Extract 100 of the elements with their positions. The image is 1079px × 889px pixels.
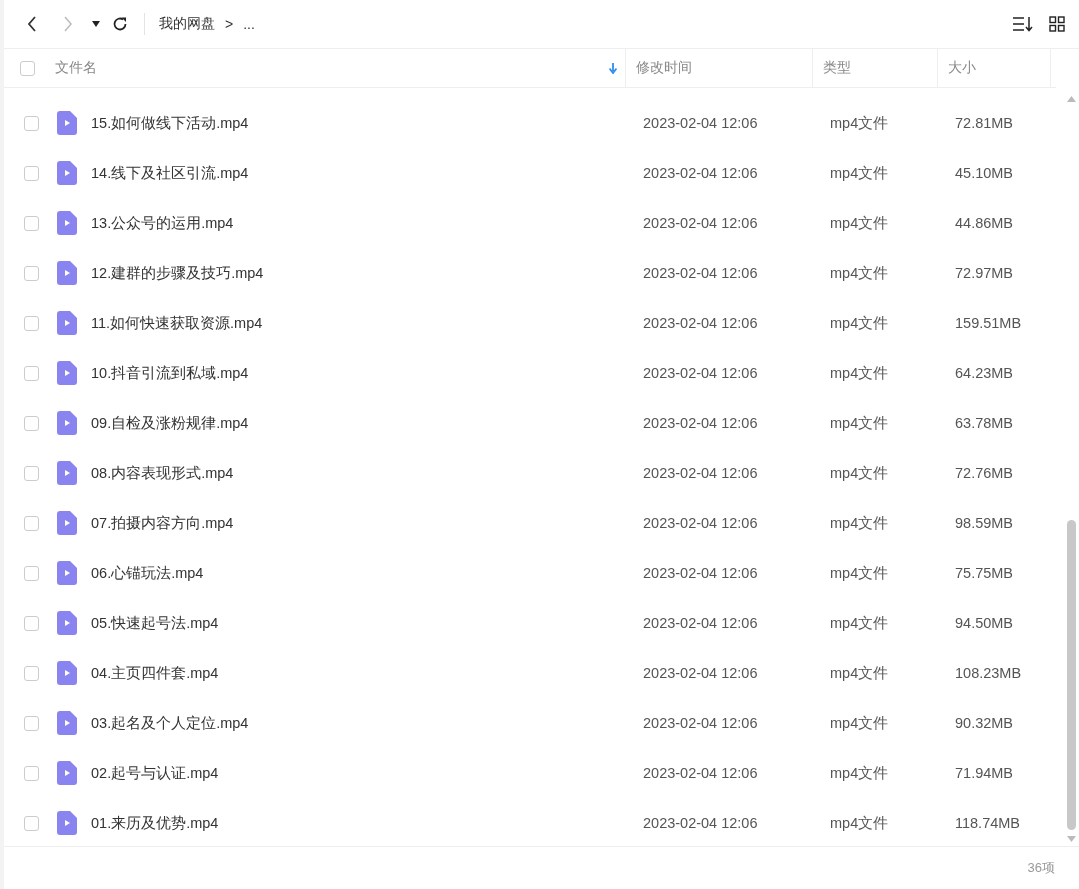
- row-checkbox[interactable]: [24, 765, 39, 781]
- file-type: mp4文件: [829, 113, 890, 133]
- row-checkbox[interactable]: [24, 265, 39, 281]
- file-size: 98.59MB: [954, 515, 1015, 531]
- column-header[interactable]: 修改时间: [636, 59, 692, 77]
- row-checkbox[interactable]: [24, 415, 39, 431]
- video-file-icon: [57, 311, 77, 335]
- file-name[interactable]: 05.快速起号法.mp4: [91, 613, 633, 633]
- video-file-icon: [57, 661, 77, 685]
- row-checkbox[interactable]: [24, 365, 39, 381]
- row-checkbox[interactable]: [24, 315, 39, 331]
- file-type: mp4文件: [829, 413, 890, 433]
- file-name[interactable]: 10.抖音引流到私域.mp4: [91, 363, 633, 383]
- modified-date: 2023-02-04 12:06: [642, 115, 759, 131]
- file-type: mp4文件: [829, 213, 890, 233]
- sort-icon[interactable]: [1013, 16, 1033, 32]
- file-name[interactable]: 06.心锚玩法.mp4: [91, 563, 633, 583]
- file-size: 72.76MB: [954, 465, 1015, 481]
- file-name[interactable]: 01.来历及优势.mp4: [91, 813, 633, 833]
- file-name[interactable]: 02.起号与认证.mp4: [91, 763, 633, 783]
- breadcrumb-link[interactable]: 我的网盘: [159, 15, 215, 33]
- video-file-icon: [57, 261, 77, 285]
- modified-date: 2023-02-04 12:06: [642, 615, 759, 631]
- column-header[interactable]: 大小: [948, 59, 976, 77]
- refresh-icon[interactable]: [112, 16, 128, 32]
- forward-icon[interactable]: [63, 16, 73, 32]
- row-checkbox[interactable]: [24, 465, 39, 481]
- row-checkbox[interactable]: [24, 815, 39, 831]
- video-file-icon: [57, 511, 77, 535]
- file-name[interactable]: 03.起名及个人定位.mp4: [91, 713, 633, 733]
- row-checkbox[interactable]: [24, 515, 39, 531]
- file-size: 45.10MB: [954, 165, 1015, 181]
- file-size: 108.23MB: [954, 665, 1023, 681]
- video-file-icon: [57, 111, 77, 135]
- file-size: 72.81MB: [954, 115, 1015, 131]
- column-header[interactable]: 文件名: [55, 59, 97, 77]
- file-name[interactable]: 11.如何快速获取资源.mp4: [91, 313, 633, 333]
- scrollbar-thumb[interactable]: [1067, 520, 1076, 830]
- dropdown-caret-icon[interactable]: [92, 21, 100, 27]
- row-checkbox[interactable]: [24, 665, 39, 681]
- scroll-down-icon[interactable]: [1067, 836, 1076, 842]
- file-type: mp4文件: [829, 313, 890, 333]
- file-size: 75.75MB: [954, 565, 1015, 581]
- row-checkbox[interactable]: [24, 615, 39, 631]
- column-header[interactable]: 类型: [823, 59, 851, 77]
- file-type: mp4文件: [829, 813, 890, 833]
- file-name[interactable]: 09.自检及涨粉规律.mp4: [91, 413, 633, 433]
- modified-date: 2023-02-04 12:06: [642, 165, 759, 181]
- file-size: 90.32MB: [954, 715, 1015, 731]
- file-size: 44.86MB: [954, 215, 1015, 231]
- file-name[interactable]: 07.拍摄内容方向.mp4: [91, 513, 633, 533]
- file-size: 63.78MB: [954, 415, 1015, 431]
- grid-view-icon[interactable]: [1049, 16, 1065, 32]
- video-file-icon: [57, 461, 77, 485]
- row-checkbox[interactable]: [24, 215, 39, 231]
- file-size: 159.51MB: [954, 315, 1023, 331]
- modified-date: 2023-02-04 12:06: [642, 815, 759, 831]
- file-name[interactable]: 15.如何做线下活动.mp4: [91, 113, 633, 133]
- row-checkbox[interactable]: [24, 715, 39, 731]
- modified-date: 2023-02-04 12:06: [642, 465, 759, 481]
- video-file-icon: [57, 611, 77, 635]
- row-checkbox[interactable]: [24, 565, 39, 581]
- file-name[interactable]: 04.主页四件套.mp4: [91, 663, 633, 683]
- file-name[interactable]: 12.建群的步骤及技巧.mp4: [91, 263, 633, 283]
- file-size: 94.50MB: [954, 615, 1015, 631]
- video-file-icon: [57, 161, 77, 185]
- video-file-icon: [57, 411, 77, 435]
- file-size: 72.97MB: [954, 265, 1015, 281]
- file-type: mp4文件: [829, 463, 890, 483]
- file-type: mp4文件: [829, 563, 890, 583]
- scroll-up-icon[interactable]: [1067, 96, 1076, 102]
- file-size: 64.23MB: [954, 365, 1015, 381]
- file-type: mp4文件: [829, 363, 890, 383]
- modified-date: 2023-02-04 12:06: [642, 415, 759, 431]
- file-name[interactable]: 08.内容表现形式.mp4: [91, 463, 633, 483]
- row-checkbox[interactable]: [24, 165, 39, 181]
- item-count: 36项: [1027, 859, 1055, 877]
- file-type: mp4文件: [829, 713, 890, 733]
- file-type: mp4文件: [829, 263, 890, 283]
- file-type: mp4文件: [829, 613, 890, 633]
- modified-date: 2023-02-04 12:06: [642, 265, 759, 281]
- modified-date: 2023-02-04 12:06: [642, 665, 759, 681]
- modified-date: 2023-02-04 12:06: [642, 515, 759, 531]
- modified-date: 2023-02-04 12:06: [642, 365, 759, 381]
- video-file-icon: [57, 561, 77, 585]
- modified-date: 2023-02-04 12:06: [642, 765, 759, 781]
- back-icon[interactable]: [27, 16, 37, 32]
- video-file-icon: [57, 711, 77, 735]
- modified-date: 2023-02-04 12:06: [642, 315, 759, 331]
- file-size: 118.74MB: [954, 815, 1022, 831]
- video-file-icon: [57, 811, 77, 835]
- modified-date: 2023-02-04 12:06: [642, 565, 759, 581]
- file-name[interactable]: 14.线下及社区引流.mp4: [91, 163, 633, 183]
- file-type: mp4文件: [829, 663, 890, 683]
- file-name[interactable]: 13.公众号的运用.mp4: [91, 213, 633, 233]
- row-checkbox[interactable]: [24, 115, 39, 131]
- select-all-checkbox[interactable]: [20, 60, 35, 76]
- breadcrumb-item: >: [225, 16, 234, 32]
- file-type: mp4文件: [829, 513, 890, 533]
- video-file-icon: [57, 211, 77, 235]
